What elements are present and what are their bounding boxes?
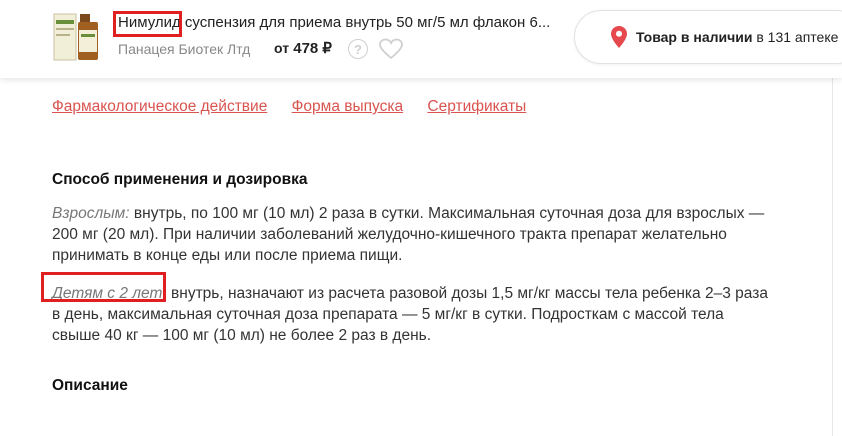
stock-suffix: в 131 аптеке bbox=[752, 29, 839, 45]
content-border bbox=[832, 78, 833, 436]
adults-text: внутрь, по 100 мг (10 мл) 2 раза в сутки… bbox=[52, 205, 765, 264]
tab-release-form[interactable]: Форма выпуска bbox=[292, 98, 403, 115]
dosage-children-paragraph: Детям с 2 лет: внутрь, назначают из расч… bbox=[52, 283, 772, 346]
stock-availability-button[interactable]: Товар в наличии в 131 аптеке bbox=[574, 10, 842, 64]
price-prefix: от bbox=[274, 40, 290, 56]
description-section-title: Описание bbox=[52, 377, 128, 394]
product-header: Нимулид суспензия для приема внутрь 50 м… bbox=[0, 0, 842, 78]
product-brand: Нимулид bbox=[118, 14, 181, 31]
tab-pharmacological-action[interactable]: Фармакологическое действие bbox=[52, 98, 267, 115]
price-value: 478 ₽ bbox=[293, 40, 332, 57]
tab-certificates[interactable]: Сертификаты bbox=[427, 98, 526, 115]
heart-icon[interactable] bbox=[379, 38, 403, 60]
adults-label: Взрослым: bbox=[52, 205, 130, 222]
dosage-section-title: Способ применения и дозировка bbox=[52, 171, 308, 188]
manufacturer: Панацея Биотек Лтд bbox=[118, 41, 251, 57]
stock-prefix: Товар в наличии bbox=[636, 29, 753, 45]
product-thumbnail[interactable] bbox=[52, 10, 104, 64]
product-title[interactable]: Нимулид суспензия для приема внутрь 50 м… bbox=[118, 14, 558, 31]
location-pin-icon bbox=[611, 26, 627, 48]
children-label: Детям с 2 лет bbox=[52, 285, 163, 302]
help-icon[interactable]: ? bbox=[348, 39, 368, 59]
product-title-rest: суспензия для приема внутрь 50 мг/5 мл ф… bbox=[180, 14, 551, 31]
price: от 478 ₽ bbox=[274, 39, 332, 57]
stock-text: Товар в наличии в 131 аптеке bbox=[636, 29, 838, 45]
dosage-adults-paragraph: Взрослым: внутрь, по 100 мг (10 мл) 2 ра… bbox=[52, 203, 772, 266]
info-tabs: Фармакологическое действие Форма выпуска… bbox=[52, 98, 546, 116]
